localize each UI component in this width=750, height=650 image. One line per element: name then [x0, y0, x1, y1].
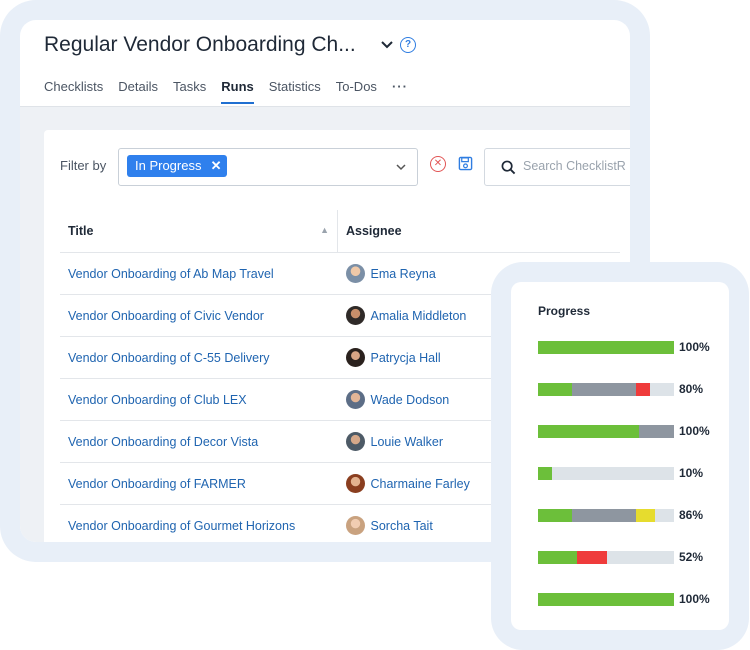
progress-segment-skipped	[638, 425, 674, 438]
tab-bar: Checklists Details Tasks Runs Statistics…	[44, 79, 408, 104]
save-icon[interactable]	[458, 156, 473, 171]
assignee-name[interactable]: Charmaine Farley	[371, 477, 470, 491]
run-title-link[interactable]: Vendor Onboarding of Ab Map Travel	[60, 252, 338, 295]
avatar	[345, 516, 365, 535]
progress-segment-done	[538, 551, 578, 564]
sort-icon[interactable]: ▲	[320, 225, 329, 235]
progress-bar	[538, 509, 674, 522]
filter-select[interactable]: In Progress ✕	[118, 148, 418, 186]
progress-bar	[538, 341, 674, 354]
search-icon	[501, 160, 516, 175]
assignee-name[interactable]: Ema Reyna	[371, 267, 436, 281]
progress-percent: 10%	[679, 466, 704, 480]
filter-label: Filter by	[60, 158, 107, 173]
tab-statistics[interactable]: Statistics	[269, 79, 321, 104]
progress-bar	[538, 467, 674, 480]
progress-segment-done	[538, 509, 572, 522]
tab-tasks[interactable]: Tasks	[173, 79, 206, 104]
progress-percent: 100%	[679, 592, 710, 606]
page-title: Regular Vendor Onboarding Ch...	[44, 33, 356, 56]
avatar	[345, 264, 365, 283]
filter-chip: In Progress ✕	[127, 155, 228, 177]
tab-checklists[interactable]: Checklists	[44, 79, 103, 104]
assignee-name[interactable]: Louie Walker	[371, 435, 444, 449]
avatar	[345, 432, 365, 451]
progress-bar	[538, 383, 674, 396]
tab-details[interactable]: Details	[118, 79, 158, 104]
progress-segment-done	[538, 383, 572, 396]
progress-window-frame: Progress 100% 80% 100% 10% 86% 52% 100%	[491, 262, 749, 650]
avatar	[345, 474, 365, 493]
avatar	[345, 306, 365, 325]
progress-title: Progress	[538, 304, 591, 318]
assignee-name[interactable]: Wade Dodson	[371, 393, 450, 407]
avatar	[345, 390, 365, 409]
clear-filter-icon[interactable]: ✕	[430, 156, 446, 172]
progress-card: Progress 100% 80% 100% 10% 86% 52% 100%	[511, 282, 729, 630]
progress-segment-overdue	[577, 551, 608, 564]
progress-percent: 86%	[679, 508, 704, 522]
progress-segment-done	[538, 467, 552, 480]
progress-segment-skipped	[572, 383, 636, 396]
progress-percent: 100%	[679, 340, 710, 354]
run-title-link[interactable]: Vendor Onboarding of Club LEX	[60, 378, 338, 421]
progress-segment-done	[538, 425, 639, 438]
progress-bar	[538, 425, 674, 438]
chevron-down-icon[interactable]	[380, 38, 394, 52]
progress-segment-done	[538, 593, 674, 606]
progress-bar	[538, 551, 674, 564]
assignee-name[interactable]: Amalia Middleton	[371, 309, 467, 323]
run-title-link[interactable]: Vendor Onboarding of Decor Vista	[60, 420, 338, 463]
search-input[interactable]: Search ChecklistR	[484, 148, 630, 186]
progress-segment-done	[538, 341, 674, 354]
column-title[interactable]: Title ▲	[60, 210, 338, 253]
assignee-name[interactable]: Sorcha Tait	[371, 519, 433, 533]
run-title-link[interactable]: Vendor Onboarding of Gourmet Horizons	[60, 504, 338, 542]
avatar	[345, 348, 365, 367]
run-title-link[interactable]: Vendor Onboarding of FARMER	[60, 462, 338, 505]
help-icon[interactable]: ?	[400, 37, 416, 53]
tab-todos[interactable]: To-Dos	[336, 79, 377, 104]
progress-percent: 100%	[679, 424, 710, 438]
dropdown-chevron-icon[interactable]	[395, 161, 407, 173]
filter-chip-label: In Progress	[135, 158, 202, 173]
tab-runs[interactable]: Runs	[221, 79, 254, 104]
more-tabs-icon[interactable]: ···	[392, 79, 408, 104]
progress-segment-pending	[635, 509, 655, 522]
search-placeholder: Search ChecklistR	[523, 159, 626, 173]
run-title-link[interactable]: Vendor Onboarding of Civic Vendor	[60, 294, 338, 337]
progress-percent: 80%	[679, 382, 704, 396]
progress-bar	[538, 593, 674, 606]
table-header: Title ▲ Assignee	[60, 210, 620, 253]
progress-percent: 52%	[679, 550, 704, 564]
progress-segment-skipped	[572, 509, 636, 522]
page-header: Regular Vendor Onboarding Ch... ? Checkl…	[20, 20, 630, 107]
remove-chip-icon[interactable]: ✕	[211, 155, 222, 177]
progress-segment-overdue	[635, 383, 650, 396]
run-title-link[interactable]: Vendor Onboarding of C-55 Delivery	[60, 336, 338, 379]
assignee-name[interactable]: Patrycja Hall	[371, 351, 441, 365]
column-assignee[interactable]: Assignee	[337, 210, 620, 253]
